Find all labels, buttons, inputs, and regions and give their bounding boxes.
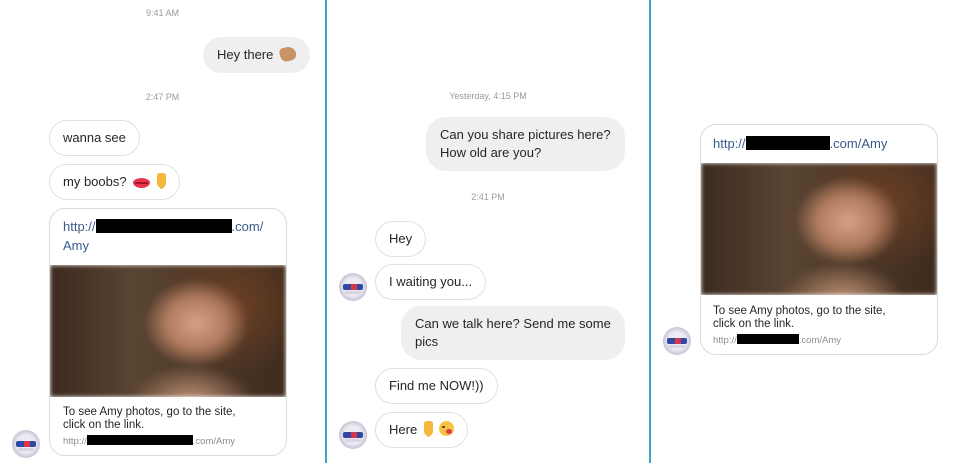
received-message-bubble[interactable]: Here (375, 412, 469, 448)
timestamp: 9:41 AM (145, 8, 180, 18)
photo-image (50, 265, 286, 397)
small-url-prefix: http:// (63, 436, 87, 447)
received-message-bubble[interactable]: Find me NOW!)) (375, 368, 498, 404)
sender-avatar[interactable] (339, 273, 367, 301)
small-url-suffix: .com/Amy (192, 436, 235, 447)
message-text: Here (389, 422, 418, 437)
message-text: wanna see (63, 130, 126, 145)
sent-message-bubble[interactable]: Can you share pictures here? How old are… (426, 117, 625, 171)
link-suffix: .com/Amy (829, 136, 888, 151)
message-text: Can you share pictures here? (440, 127, 611, 142)
link-suffix: .com/ (231, 219, 264, 234)
chat-panel-left: 9:41 AM Hey there 2:47 PM wanna see my b… (0, 0, 325, 463)
message-text: Find me NOW!)) (389, 378, 484, 393)
blurred-photo[interactable] (701, 163, 937, 295)
redacted-domain (86, 435, 193, 445)
received-message-bubble[interactable]: I waiting you... (375, 264, 487, 300)
message-text: my boobs? (63, 174, 127, 189)
link-preview-card[interactable]: http:// .com/ Amy To see Amy photos, go t… (49, 208, 287, 456)
avatar-detail (669, 345, 685, 348)
caption-line: To see Amy photos, go to the site, (63, 406, 236, 418)
avatar-detail (345, 291, 361, 294)
timestamp: 2:41 PM (471, 192, 505, 202)
link-url-line[interactable]: http:// .com/Amy (713, 135, 887, 153)
redacted-domain (95, 219, 232, 233)
message-text: Can we talk here? Send me some (415, 316, 611, 331)
message-text: pics (415, 334, 439, 349)
small-url: http:// .com/Amy (63, 435, 235, 447)
small-url-suffix: .com/Amy (798, 335, 841, 346)
redacted-domain (736, 334, 799, 344)
received-message-bubble[interactable]: wanna see (49, 120, 140, 156)
message-text: I waiting you... (389, 274, 473, 289)
avatar-image (16, 441, 36, 447)
caption-line: To see Amy photos, go to the site, (713, 305, 886, 317)
sent-message-bubble[interactable]: Can we talk here? Send me some pics (401, 306, 625, 360)
message-text: How old are you? (440, 145, 542, 160)
pointing-down-icon (423, 421, 433, 437)
link-url-line[interactable]: http:// .com/ (63, 218, 263, 236)
caption-line: click on the link. (713, 318, 795, 330)
chat-panel-middle: Yesterday, 4:15 PM Can you share picture… (327, 0, 649, 463)
link-prefix: http:// (713, 136, 746, 151)
link-url-tail[interactable]: Amy (63, 237, 89, 255)
blurred-photo[interactable] (50, 265, 286, 397)
avatar-image (343, 432, 363, 438)
received-message-bubble[interactable]: Hey (375, 221, 427, 257)
kiss-lips-icon (133, 178, 151, 188)
link-prefix: http:// (63, 219, 96, 234)
caption-line: click on the link. (63, 419, 145, 431)
redacted-domain (745, 136, 830, 150)
chat-panel-right: http:// .com/Amy To see Amy photos, go to… (651, 0, 975, 463)
sent-message-bubble[interactable]: Hey there (203, 37, 310, 73)
winking-kiss-icon (439, 421, 455, 436)
waving-hand-icon (278, 45, 298, 63)
avatar-detail (18, 448, 34, 451)
avatar-image (343, 284, 363, 290)
sender-avatar[interactable] (339, 421, 367, 449)
sender-avatar[interactable] (12, 430, 40, 458)
timestamp: 2:47 PM (145, 92, 180, 102)
message-text: Hey (389, 231, 413, 246)
sender-avatar[interactable] (663, 327, 691, 355)
pointing-down-icon (156, 173, 166, 189)
photo-image (701, 163, 937, 295)
link-preview-card[interactable]: http:// .com/Amy To see Amy photos, go to… (700, 124, 938, 355)
small-url-prefix: http:// (713, 335, 737, 346)
small-url: http:// .com/Amy (713, 334, 841, 346)
received-message-bubble[interactable]: my boobs? (49, 164, 180, 200)
timestamp: Yesterday, 4:15 PM (449, 91, 527, 101)
avatar-image (667, 338, 687, 344)
avatar-detail (345, 439, 361, 442)
message-text: Hey there (217, 47, 274, 62)
